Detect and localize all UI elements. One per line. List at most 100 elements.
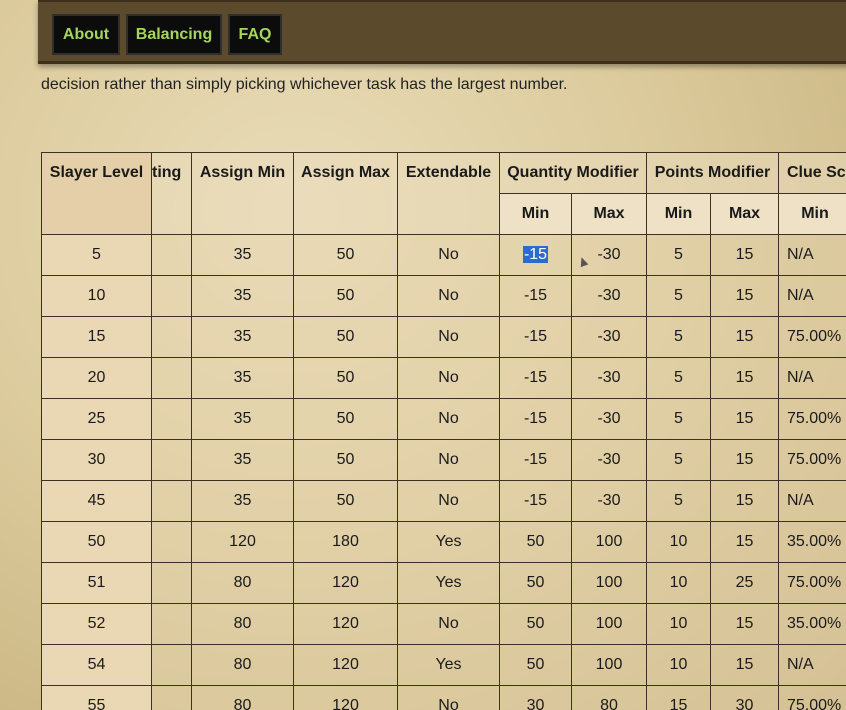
cell-assign-min: 35 <box>191 316 294 358</box>
slayer-task-table-container[interactable]: Slayer Level ting Assign Min Assign Max … <box>41 152 846 710</box>
table-row: 50 120 180 Yes 50 100 10 15 35.00% <box>41 521 846 563</box>
cell-slayer-level: 5 <box>41 234 152 276</box>
cell-clue-min: 75.00% <box>778 685 846 710</box>
cell-quantity-min: 50 <box>499 562 572 604</box>
cell-points-max: 15 <box>710 439 779 481</box>
cell-quantity-min: -15 <box>499 234 572 276</box>
cell-quantity-min: 50 <box>499 603 572 645</box>
cell-points-max: 15 <box>710 521 779 563</box>
header-slayer-level[interactable]: Slayer Level <box>41 152 152 235</box>
subheader-quantity-max[interactable]: Max <box>571 193 647 235</box>
cell-weighting <box>151 398 192 440</box>
header-extendable[interactable]: Extendable <box>397 152 500 235</box>
cell-extendable: No <box>397 357 500 399</box>
cell-points-min: 10 <box>646 603 711 645</box>
cell-quantity-min: -15 <box>499 439 572 481</box>
header-points-modifier[interactable]: Points Modifier <box>646 152 779 194</box>
cell-quantity-max: -30 <box>571 439 647 481</box>
cell-quantity-max: 100 <box>571 644 647 686</box>
cell-extendable: No <box>397 439 500 481</box>
cell-quantity-min: 50 <box>499 644 572 686</box>
cell-slayer-level: 15 <box>41 316 152 358</box>
cell-assign-min: 120 <box>191 521 294 563</box>
cell-clue-min: N/A <box>778 275 846 317</box>
cell-assign-max: 120 <box>293 562 398 604</box>
cell-weighting <box>151 562 192 604</box>
cell-quantity-min: 30 <box>499 685 572 710</box>
cell-extendable: No <box>397 275 500 317</box>
header-assign-max[interactable]: Assign Max <box>293 152 398 235</box>
subheader-quantity-min[interactable]: Min <box>499 193 572 235</box>
cell-assign-max: 120 <box>293 644 398 686</box>
cell-extendable: Yes <box>397 562 500 604</box>
cell-quantity-max: 100 <box>571 562 647 604</box>
cell-clue-min: N/A <box>778 480 846 522</box>
cell-clue-min: 35.00% <box>778 603 846 645</box>
cell-clue-min: N/A <box>778 644 846 686</box>
cell-assign-min: 35 <box>191 234 294 276</box>
cell-weighting <box>151 480 192 522</box>
cell-points-max: 15 <box>710 357 779 399</box>
table-row: 52 80 120 No 50 100 10 15 35.00% <box>41 603 846 645</box>
intro-paragraph: decision rather than simply picking whic… <box>41 76 568 93</box>
cell-assign-max: 50 <box>293 439 398 481</box>
cell-clue-min: 75.00% <box>778 439 846 481</box>
cell-extendable: No <box>397 603 500 645</box>
header-assign-min[interactable]: Assign Min <box>191 152 294 235</box>
cell-weighting <box>151 521 192 563</box>
cell-points-max: 15 <box>710 603 779 645</box>
cell-slayer-level: 30 <box>41 439 152 481</box>
cell-clue-min: 75.00% <box>778 398 846 440</box>
cell-quantity-max: -30 <box>571 398 647 440</box>
cell-assign-max: 50 <box>293 234 398 276</box>
table-row: 10 35 50 No -15 -30 5 15 N/A <box>41 275 846 317</box>
table-row: 30 35 50 No -15 -30 5 15 75.00% <box>41 439 846 481</box>
cell-assign-max: 50 <box>293 316 398 358</box>
cell-assign-max: 50 <box>293 357 398 399</box>
cell-weighting <box>151 644 192 686</box>
cell-points-max: 30 <box>710 685 779 710</box>
table-row: 15 35 50 No -15 -30 5 15 75.00% <box>41 316 846 358</box>
cell-points-min: 5 <box>646 275 711 317</box>
cell-quantity-max: -30 <box>571 234 647 276</box>
cell-points-min: 5 <box>646 480 711 522</box>
table-row: 5 35 50 No -15 -30 5 15 N/A <box>41 234 846 276</box>
table-row: 51 80 120 Yes 50 100 10 25 75.00% <box>41 562 846 604</box>
slayer-task-table: Slayer Level ting Assign Min Assign Max … <box>41 152 846 710</box>
nav-balancing-button[interactable]: Balancing <box>126 14 222 55</box>
cell-slayer-level: 51 <box>41 562 152 604</box>
cell-points-max: 15 <box>710 275 779 317</box>
cell-points-min: 5 <box>646 234 711 276</box>
cell-slayer-level: 54 <box>41 644 152 686</box>
selected-text-highlight[interactable]: -15 <box>522 246 549 263</box>
cell-quantity-min: -15 <box>499 275 572 317</box>
header-weighting[interactable]: ting <box>151 152 192 235</box>
cell-clue-min: N/A <box>778 234 846 276</box>
cell-quantity-min: -15 <box>499 398 572 440</box>
nav-faq-button[interactable]: FAQ <box>228 14 282 55</box>
cell-points-max: 15 <box>710 316 779 358</box>
nav-about-button[interactable]: About <box>52 14 120 55</box>
cell-assign-min: 35 <box>191 439 294 481</box>
subheader-clue-min[interactable]: Min <box>778 193 846 235</box>
subheader-points-min[interactable]: Min <box>646 193 711 235</box>
cell-assign-max: 120 <box>293 603 398 645</box>
cell-quantity-max: 100 <box>571 603 647 645</box>
cell-points-min: 5 <box>646 398 711 440</box>
header-clue-scroll[interactable]: Clue Sc <box>778 152 846 194</box>
cell-quantity-max: 80 <box>571 685 647 710</box>
cell-assign-max: 50 <box>293 275 398 317</box>
header-quantity-modifier[interactable]: Quantity Modifier <box>499 152 647 194</box>
cell-slayer-level: 52 <box>41 603 152 645</box>
cell-quantity-max: -30 <box>571 480 647 522</box>
cell-weighting <box>151 234 192 276</box>
subheader-points-max[interactable]: Max <box>710 193 779 235</box>
cell-extendable: No <box>397 685 500 710</box>
cell-slayer-level: 20 <box>41 357 152 399</box>
table-body: 5 35 50 No -15 -30 5 15 N/A 10 35 50 No -15 -30 5 15 N/A 1… <box>41 234 846 710</box>
cell-quantity-max: -30 <box>571 275 647 317</box>
table-row: 45 35 50 No -15 -30 5 15 N/A <box>41 480 846 522</box>
cell-slayer-level: 50 <box>41 521 152 563</box>
cell-weighting <box>151 316 192 358</box>
cell-points-min: 10 <box>646 562 711 604</box>
